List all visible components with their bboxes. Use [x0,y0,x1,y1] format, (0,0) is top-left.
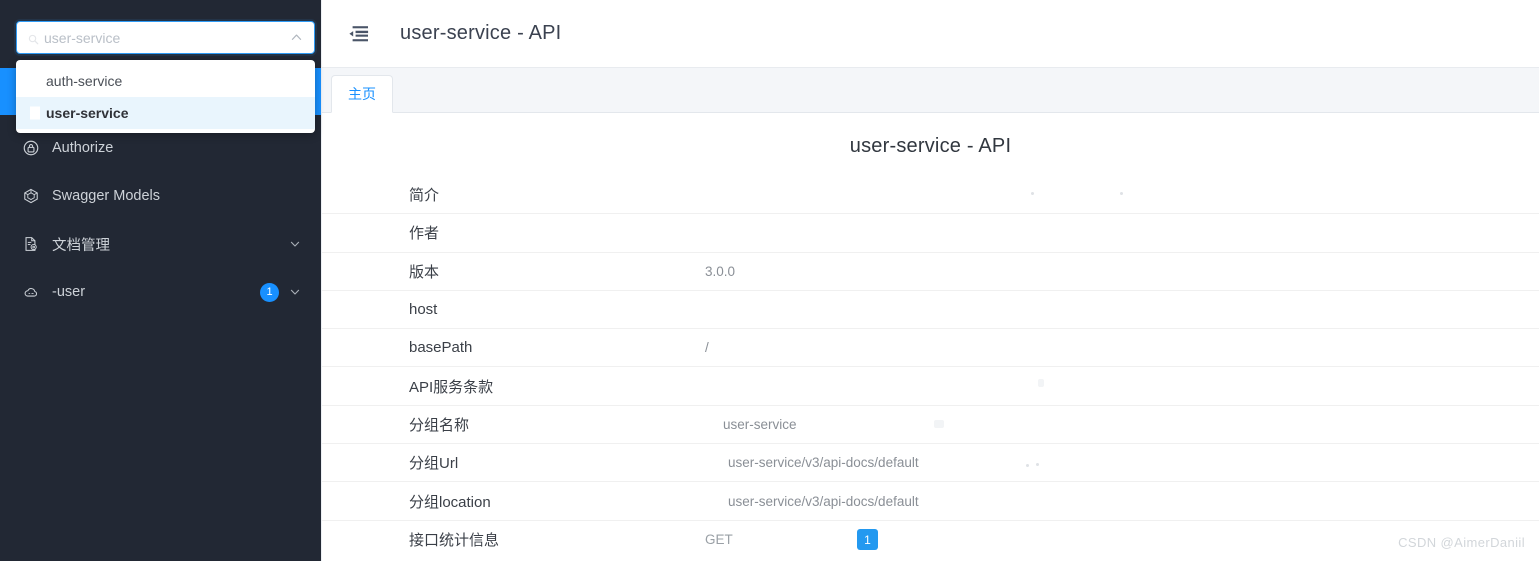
decorative-dot [1038,379,1044,388]
row-key: 版本 [409,263,440,281]
row-key: basePath [409,339,473,357]
sidebar-item-label: -user [52,284,86,300]
sidebar-item-user[interactable]: -user 1 [0,268,321,316]
sidebar-nav: Authorize Swagger Models 文档管理 -user 1 [0,124,321,316]
chevron-down-icon[interactable] [288,286,301,299]
http-method-label: GET [705,532,733,548]
chevron-down-icon[interactable] [288,238,301,251]
tab-bar: 主页 [322,68,1539,113]
cloud-icon [22,283,40,301]
dropdown-option-label: user-service [46,105,129,121]
decorative-dot [934,419,944,428]
sidebar-item-label: 文档管理 [52,237,110,254]
sidebar-item-document-management[interactable]: 文档管理 [0,220,321,268]
api-info-table: 简介 作者 版本 3.0.0 host basePath / API服务条款 分… [322,176,1539,559]
search-icon [28,32,39,45]
lock-icon [22,139,40,157]
document-settings-icon [22,235,40,253]
watermark: CSDN @AimerDaniil [1398,535,1525,550]
dropdown-option-user-service[interactable]: user-service [16,97,315,129]
table-row: 分组名称 user-service [322,406,1539,445]
table-row: host [322,291,1539,330]
dropdown-option-label: auth-service [46,73,123,89]
row-key: 接口统计信息 [409,532,500,550]
sidebar-item-label: Swagger Models [52,188,160,204]
row-key: 分组location [409,493,491,511]
service-selector-value[interactable]: user-service [44,30,289,46]
table-row: API服务条款 [322,367,1539,406]
app-root: user-service auth-service user-service A… [0,0,1539,561]
decorative-dot [1031,192,1034,195]
row-key: host [409,301,438,319]
tab-label: 主页 [348,86,376,102]
content-area: user-service - API 简介 作者 版本 3.0.0 host b… [322,113,1539,561]
row-value: user-service [723,416,797,432]
table-row: 版本 3.0.0 [322,253,1539,291]
method-count-badge: 1 [857,529,878,551]
sidebar: user-service auth-service user-service A… [0,0,321,561]
top-bar: user-service - API [322,0,1539,68]
sidebar-item-swagger-models[interactable]: Swagger Models [0,172,321,220]
main-panel: user-service - API 主页 user-service - API… [321,0,1539,561]
cube-icon [22,187,40,205]
menu-fold-icon[interactable] [341,16,377,52]
tab-home[interactable]: 主页 [331,75,393,113]
chevron-up-icon[interactable] [289,31,303,45]
table-row: 分组location user-service/v3/api-docs/defa… [322,482,1539,521]
row-value: / [705,340,709,356]
sidebar-item-label: Authorize [52,140,114,156]
row-key: 分组名称 [409,416,470,434]
row-value: user-service/v3/api-docs/default [728,455,919,471]
dropdown-option-auth-service[interactable]: auth-service [16,65,315,97]
service-dropdown-list[interactable]: auth-service user-service [16,60,315,133]
decorative-dot [1120,192,1123,195]
row-key: 作者 [409,225,440,243]
api-doc-title: user-service - API [849,135,1012,157]
page-title: user-service - API [400,22,562,44]
table-row: 简介 [322,176,1539,215]
row-key: 分组Url [409,455,459,473]
row-key: API服务条款 [409,378,494,396]
table-row: basePath / [322,329,1539,368]
row-value: 3.0.0 [705,263,736,279]
table-row-interface-stats: 接口统计信息 GET 1 [322,521,1539,559]
selected-marker-icon [30,106,40,120]
table-row: 作者 [322,214,1539,253]
row-value: user-service/v3/api-docs/default [728,493,919,509]
table-row: 分组Url user-service/v3/api-docs/default [322,444,1539,483]
service-selector[interactable]: user-service [16,21,315,54]
service-selector-input-box[interactable]: user-service [16,21,315,54]
row-key: 简介 [409,187,440,205]
status-badge: 1 [260,282,279,302]
